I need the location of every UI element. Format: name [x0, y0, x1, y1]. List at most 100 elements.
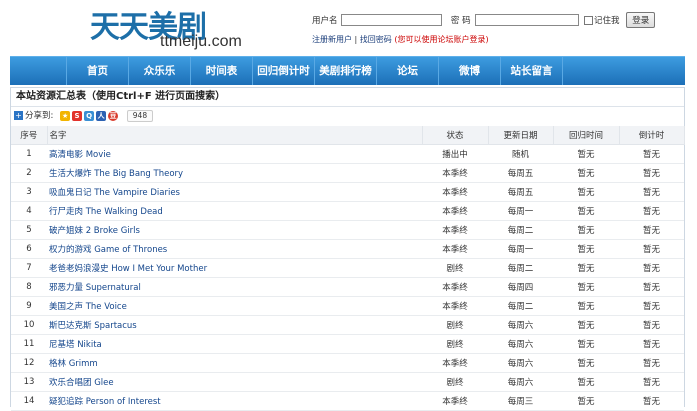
- register-link[interactable]: 注册新用户: [312, 35, 352, 44]
- show-link[interactable]: 欢乐合唱团 Glee: [49, 378, 114, 388]
- cell-index: 3: [11, 182, 47, 202]
- show-link[interactable]: 格林 Grimm: [49, 359, 98, 369]
- cell-countdown: 暂无: [619, 315, 684, 335]
- cell-status: 剧终: [422, 315, 488, 335]
- cell-index: 10: [11, 315, 47, 335]
- cell-index: 14: [11, 391, 47, 411]
- cell-countdown: 暂无: [619, 391, 684, 411]
- renren-icon[interactable]: 人: [96, 110, 107, 121]
- table-row: 7 老爸老妈浪漫史 How I Met Your Mother 剧终 每周二 暂无 暂无: [11, 258, 684, 278]
- table-row: 12 格林 Grimm 本季终 每周六 暂无 暂无: [11, 353, 684, 373]
- header-update-date: 更新日期: [488, 126, 554, 145]
- cell-index: 2: [11, 163, 47, 183]
- cell-index: 11: [11, 334, 47, 354]
- table-row: 3 吸血鬼日记 The Vampire Diaries 本季终 每周五 暂无 暂无: [11, 182, 684, 202]
- cell-status: 本季终: [422, 220, 488, 240]
- cell-countdown: 暂无: [619, 258, 684, 278]
- cell-countdown: 暂无: [619, 334, 684, 354]
- cell-countdown: 暂无: [619, 144, 684, 164]
- login-links-divider: |: [354, 35, 358, 44]
- nav-item-ranking[interactable]: 美剧排行榜: [315, 57, 377, 85]
- resource-table: 序号 名字 状态 更新日期 回归时间 倒计时 1 高清电影 Movie 播出中 随机暂…: [11, 126, 685, 411]
- forum-login-note: (您可以使用论坛账户登录): [394, 35, 489, 44]
- show-link[interactable]: 老爸老妈浪漫史 How I Met Your Mother: [49, 264, 207, 274]
- douban-icon[interactable]: 豆: [108, 110, 119, 121]
- cell-return-time: 暂无: [553, 163, 619, 183]
- cell-update-date: 每周二: [488, 296, 553, 316]
- nav-item-schedule[interactable]: 时间表: [191, 57, 253, 85]
- cell-name: 斯巴达克斯 Spartacus: [47, 315, 422, 335]
- cell-name: 高清电影 Movie: [47, 144, 422, 164]
- nav-item-countdown[interactable]: 回归倒计时: [253, 57, 315, 85]
- cell-status: 剧终: [422, 258, 488, 278]
- checkbox-icon[interactable]: [584, 16, 594, 25]
- cell-name: 吸血鬼日记 The Vampire Diaries: [47, 182, 422, 202]
- cell-countdown: 暂无: [619, 220, 684, 240]
- show-link[interactable]: 生活大爆炸 The Big Bang Theory: [49, 169, 183, 179]
- panel-title: 本站资源汇总表（使用Ctrl+F 进行页面搜索）: [11, 88, 684, 107]
- show-link[interactable]: 行尸走肉 The Walking Dead: [49, 207, 163, 217]
- remember-me-label: 记住我: [594, 16, 620, 26]
- username-input[interactable]: [341, 14, 443, 26]
- share-plus-icon[interactable]: +: [14, 111, 23, 120]
- show-link[interactable]: 邪恶力量 Supernatural: [49, 283, 141, 293]
- tqq-icon[interactable]: Q: [84, 110, 95, 121]
- cell-name: 邪恶力量 Supernatural: [47, 277, 422, 297]
- cell-update-date: 每周一: [488, 239, 553, 259]
- cell-update-date: 每周六: [488, 334, 553, 354]
- show-link[interactable]: 权力的游戏 Game of Thrones: [49, 245, 167, 255]
- remember-me-checkbox[interactable]: 记住我: [584, 14, 620, 26]
- cell-update-date: 每周五: [488, 163, 553, 183]
- cell-return-time: 暂无: [553, 258, 619, 278]
- recover-password-link[interactable]: 找回密码: [360, 35, 392, 44]
- cell-countdown: 暂无: [619, 277, 684, 297]
- cell-countdown: 暂无: [619, 296, 684, 316]
- cell-update-date: 每周四: [488, 277, 553, 297]
- show-link[interactable]: 斯巴达克斯 Spartacus: [49, 321, 137, 331]
- cell-status: 本季终: [422, 277, 488, 297]
- cell-countdown: 暂无: [619, 372, 684, 392]
- resource-panel: 本站资源汇总表（使用Ctrl+F 进行页面搜索） + 分享到: ★ S Q 人豆 948…: [10, 87, 685, 411]
- nav-item-forum[interactable]: 论坛: [377, 57, 439, 85]
- password-input[interactable]: [475, 14, 580, 26]
- nav-item-weibo[interactable]: 微博: [439, 57, 501, 85]
- cell-index: 8: [11, 277, 47, 297]
- nav-item-home[interactable]: 首页: [67, 57, 129, 85]
- cell-index: 13: [11, 372, 47, 392]
- cell-name: 美国之声 The Voice: [47, 296, 422, 316]
- cell-countdown: 暂无: [619, 201, 684, 221]
- cell-update-date: 每周六: [488, 372, 553, 392]
- cell-update-date: 每周二: [488, 220, 553, 240]
- cell-name: 权力的游戏 Game of Thrones: [47, 239, 422, 259]
- cell-countdown: 暂无: [619, 182, 684, 202]
- nav-item-zhonglele[interactable]: 众乐乐: [129, 57, 191, 85]
- cell-return-time: 暂无: [553, 372, 619, 392]
- header-countdown: 倒计时: [619, 126, 685, 145]
- qzone-icon[interactable]: ★: [60, 110, 71, 121]
- cell-return-time: 暂无: [553, 144, 619, 164]
- table-row: 5 破产姐妹 2 Broke Girls 本季终 每周二 暂无 暂无: [11, 220, 684, 240]
- cell-return-time: 暂无: [553, 334, 619, 354]
- cell-return-time: 暂无: [553, 296, 619, 316]
- nav-item-guestbook[interactable]: 站长留言: [501, 57, 563, 85]
- cell-index: 12: [11, 353, 47, 373]
- cell-index: 6: [11, 239, 47, 259]
- show-link[interactable]: 美国之声 The Voice: [49, 302, 127, 312]
- table-row: 10 斯巴达克斯 Spartacus 剧终 每周六 暂无 暂无: [11, 315, 684, 335]
- show-link[interactable]: 吸血鬼日记 The Vampire Diaries: [49, 188, 180, 198]
- share-count[interactable]: 948: [126, 109, 154, 122]
- nav-item-blank: [10, 57, 67, 85]
- cell-return-time: 暂无: [553, 201, 619, 221]
- cell-return-time: 暂无: [553, 239, 619, 259]
- show-link[interactable]: 破产姐妹 2 Broke Girls: [49, 226, 140, 236]
- cell-status: 本季终: [422, 182, 488, 202]
- show-link[interactable]: 尼基塔 Nikita: [49, 340, 102, 350]
- tsina-icon[interactable]: S: [72, 110, 83, 121]
- show-link[interactable]: 高清电影 Movie: [49, 150, 111, 160]
- cell-update-date: 每周一: [488, 201, 553, 221]
- cell-return-time: 暂无: [553, 391, 619, 411]
- show-link[interactable]: 疑犯追踪 Person of Interest: [49, 397, 161, 407]
- header-name: 名字: [47, 126, 423, 145]
- cell-name: 疑犯追踪 Person of Interest: [47, 391, 422, 411]
- login-button[interactable]: 登录: [626, 12, 656, 28]
